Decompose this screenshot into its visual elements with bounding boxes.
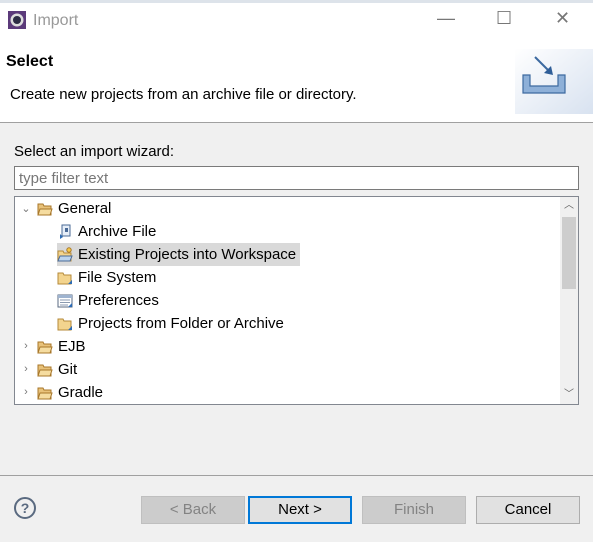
tree-item[interactable]: Existing Projects into Workspace [57,243,301,266]
project-folder-icon [57,246,73,263]
page-description: Create new projects from an archive file… [10,86,357,103]
tree-item-label: Projects from Folder or Archive [78,315,284,332]
tree-item[interactable]: Preferences [57,289,159,312]
folder-icon [57,316,73,332]
page-title: Select [6,53,54,70]
tree-item-label: Archive File [78,223,157,240]
tree-item[interactable]: EJB [37,335,86,358]
folder-icon [57,270,73,286]
maximize-button[interactable]: ☐ [496,8,512,29]
folder-open-icon [37,339,53,355]
preferences-icon [57,293,73,309]
filter-input[interactable] [14,166,579,190]
tree-item[interactable]: General [37,197,111,220]
tree-item-label: Gradle [58,384,104,401]
help-icon[interactable]: ? [14,497,36,519]
expand-chevron-icon[interactable]: › [20,340,32,352]
close-button[interactable]: ✕ [555,8,570,29]
back-button[interactable]: < Back [141,496,245,524]
eclipse-app-icon [8,11,26,29]
tree-item[interactable]: Gradle [37,381,103,404]
title-bar: Import — ☐ ✕ [0,3,593,41]
tree-item-label: Existing Projects into Workspace [78,246,297,263]
scrollbar-thumb[interactable] [562,217,576,289]
tree-item-label: File System [78,269,157,286]
folder-open-icon [37,362,53,378]
tree-item-label: Git [58,361,78,378]
collapse-chevron-icon[interactable]: ⌄ [20,202,32,215]
scroll-down-icon[interactable]: ﹀ [560,386,578,404]
next-button[interactable]: Next > [248,496,352,524]
cancel-button[interactable]: Cancel [476,496,580,524]
tree-item[interactable]: File System [57,266,156,289]
tree-item[interactable]: Projects from Folder or Archive [57,312,284,335]
wizard-tree[interactable]: ⌄ General Archive File Existing Projects in… [14,196,579,405]
wizard-header: Select Create new projects from an archi… [0,41,593,123]
wizard-label: Select an import wizard: [14,143,175,160]
scroll-up-icon[interactable]: ︿ [560,197,578,215]
tree-item[interactable]: Git [37,358,77,381]
tree-item-label: Preferences [78,292,159,309]
vertical-scrollbar[interactable]: ︿ ﹀ [560,197,578,404]
finish-button[interactable]: Finish [362,496,466,524]
window-title: Import [33,12,79,29]
folder-open-icon [37,201,53,217]
divider [0,475,593,476]
tree-item[interactable]: Archive File [57,220,156,243]
expand-chevron-icon[interactable]: › [20,386,32,398]
tree-item-label: EJB [58,338,86,355]
tree-item-label: General [58,200,112,217]
minimize-button[interactable]: — [437,8,455,29]
expand-chevron-icon[interactable]: › [20,363,32,375]
folder-open-icon [37,385,53,401]
import-wizard-icon [515,49,593,114]
archive-icon [57,224,73,240]
